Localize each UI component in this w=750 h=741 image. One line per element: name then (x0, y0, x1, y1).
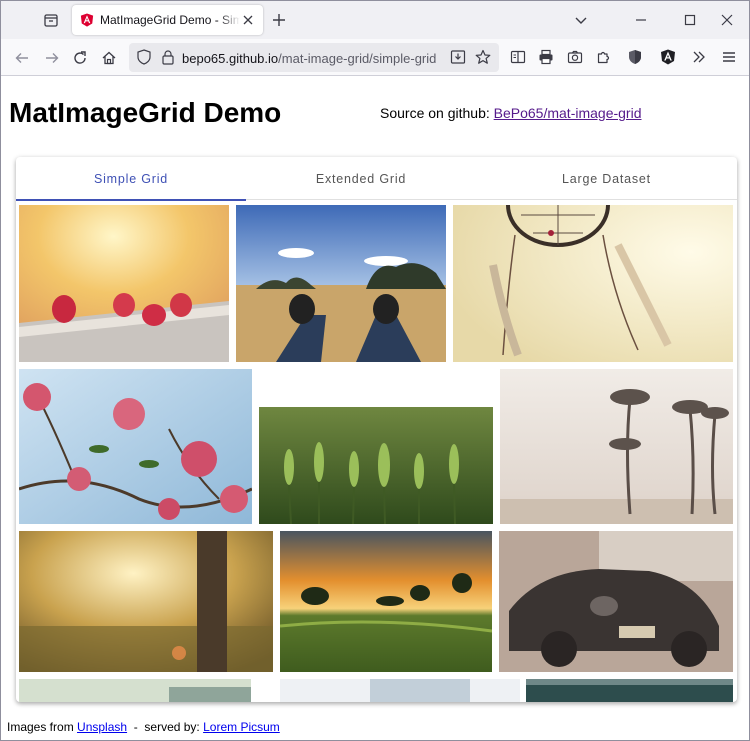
source-label: Source on github: (380, 105, 494, 121)
image-partial-2[interactable] (280, 679, 520, 702)
tab-large-dataset[interactable]: Large Dataset (476, 157, 737, 200)
image-sunlit-meadow-tree[interactable] (19, 531, 273, 672)
forward-arrow-icon[interactable] (39, 45, 65, 71)
image-sunset-landscape[interactable] (280, 531, 492, 672)
chevron-down-icon[interactable] (569, 8, 593, 32)
angular-devtools-icon[interactable] (656, 45, 680, 69)
extensions-puzzle-icon[interactable] (592, 45, 616, 69)
footer-credits: Images from Unsplash - served by: Lorem … (7, 720, 280, 734)
image-sneakers-field[interactable] (236, 205, 446, 362)
tab-header: Simple Grid Extended Grid Large Dataset (16, 157, 737, 201)
angular-favicon-icon (80, 13, 94, 27)
reload-icon[interactable] (67, 45, 93, 71)
firefox-view-icon[interactable] (37, 7, 65, 33)
picsum-link[interactable]: Lorem Picsum (203, 720, 280, 734)
image-dreamcatcher[interactable] (453, 205, 733, 362)
image-palm-trees[interactable] (500, 369, 733, 524)
image-raspberries[interactable] (19, 205, 229, 362)
footer-prefix: Images from (7, 720, 78, 734)
double-chevron-right-icon[interactable] (687, 45, 711, 69)
back-arrow-icon[interactable] (9, 45, 35, 71)
home-icon[interactable] (96, 45, 122, 71)
navigation-toolbar: bepo65.github.io/mat-image-grid/simple-g… (1, 39, 749, 76)
image-vintage-car[interactable] (499, 531, 733, 672)
browser-tab-active[interactable]: MatImageGrid Demo - Simple Grid (72, 5, 263, 35)
new-tab-plus-icon[interactable] (267, 8, 291, 32)
ublock-shield-icon[interactable] (623, 45, 647, 69)
source-line: Source on github: BePo65/mat-image-grid (380, 105, 642, 121)
page-content: MatImageGrid Demo Source on github: BePo… (1, 77, 749, 740)
window-close-icon[interactable] (715, 8, 739, 32)
maximize-icon[interactable] (678, 8, 702, 32)
bookmark-star-icon[interactable] (472, 46, 494, 68)
tab-extended-grid[interactable]: Extended Grid (246, 157, 476, 200)
minimize-icon[interactable] (629, 8, 653, 32)
camera-icon[interactable] (563, 45, 587, 69)
tab-title: MatImageGrid Demo - Simple Grid (100, 13, 240, 27)
image-pink-blossoms[interactable] (19, 369, 252, 524)
page-title: MatImageGrid Demo (9, 97, 282, 128)
tab-strip: MatImageGrid Demo - Simple Grid (1, 1, 749, 39)
save-page-icon[interactable] (447, 46, 469, 68)
url-host: bepo65.github.io (182, 51, 279, 66)
unsplash-link[interactable]: Unsplash (77, 720, 127, 734)
image-partial-3[interactable] (526, 679, 733, 702)
lock-icon[interactable] (157, 46, 179, 68)
hamburger-menu-icon[interactable] (717, 45, 741, 69)
shield-icon[interactable] (133, 46, 155, 68)
reader-view-icon[interactable] (506, 45, 530, 69)
tab-simple-grid[interactable]: Simple Grid (16, 157, 246, 201)
image-wheat-field[interactable] (259, 407, 493, 524)
url-text[interactable]: bepo65.github.io/mat-image-grid/simple-g… (182, 51, 436, 66)
browser-window: MatImageGrid Demo - Simple Grid (0, 0, 750, 741)
tab-group-card: Simple Grid Extended Grid Large Dataset (16, 157, 737, 702)
print-icon[interactable] (534, 45, 558, 69)
github-link[interactable]: BePo65/mat-image-grid (494, 105, 642, 121)
url-bar[interactable]: bepo65.github.io/mat-image-grid/simple-g… (129, 43, 499, 72)
footer-middle: - served by: (127, 720, 204, 734)
url-path: /mat-image-grid/simple-grid (278, 51, 437, 66)
image-partial-1[interactable] (19, 679, 251, 702)
close-icon[interactable] (241, 13, 255, 27)
